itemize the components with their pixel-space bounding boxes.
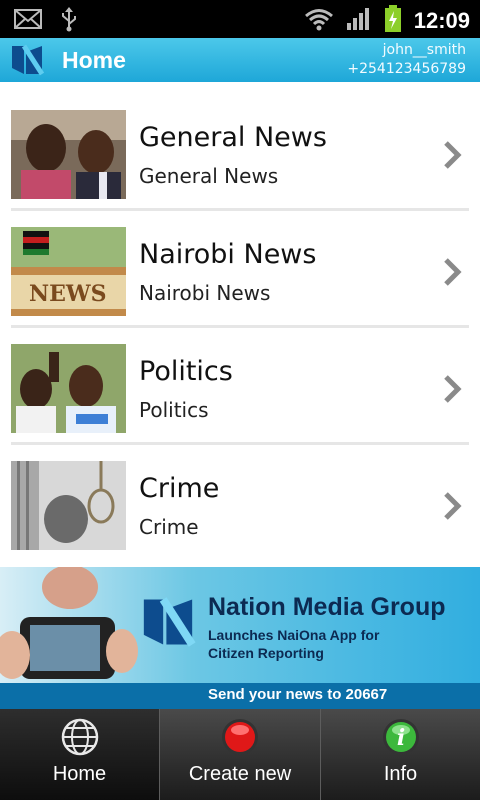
usb-icon — [60, 6, 78, 36]
list-item-politics[interactable]: Politics Politics — [0, 316, 480, 433]
banner-footer: Send your news to 20667 — [208, 686, 388, 703]
category-list: General News General News NEWS Nairobi N… — [0, 82, 480, 567]
svg-text:NEWS: NEWS — [29, 281, 106, 307]
tab-create-new[interactable]: Create new — [160, 709, 320, 800]
battery-icon — [384, 5, 402, 37]
chevron-right-icon — [442, 491, 464, 521]
nation-media-logo-icon — [138, 593, 198, 651]
svg-text:i: i — [396, 725, 404, 751]
tab-info[interactable]: i Info — [321, 709, 480, 800]
banner-tagline-1: Launches NaiOna App for — [208, 627, 380, 643]
page-title: Home — [62, 47, 126, 73]
info-icon: i — [381, 717, 421, 757]
category-title: Politics — [139, 356, 233, 387]
crime-thumbnail — [11, 461, 126, 550]
bottom-nav: Home Create new i Info — [0, 709, 480, 800]
chevron-right-icon — [442, 374, 464, 404]
tab-label: Create new — [188, 763, 292, 785]
category-title: Nairobi News — [139, 239, 317, 270]
list-item-nairobi-news[interactable]: NEWS Nairobi News Nairobi News — [0, 199, 480, 316]
tab-label: Home — [52, 763, 107, 785]
app-logo-icon — [10, 42, 45, 78]
record-icon — [220, 717, 260, 757]
status-time: 12:09 — [413, 8, 470, 33]
signal-icon — [346, 7, 372, 35]
category-subtitle: General News — [139, 164, 279, 188]
username: john__smith — [382, 42, 466, 58]
chevron-right-icon — [442, 257, 464, 287]
user-info: john__smith +254123456789 — [347, 41, 466, 79]
banner-tagline-2: Citizen Reporting — [208, 645, 324, 661]
category-subtitle: Politics — [139, 398, 209, 422]
promo-banner[interactable]: Nation Media Group Launches NaiOna App f… — [0, 567, 480, 709]
email-icon — [14, 8, 42, 34]
category-subtitle: Nairobi News — [139, 281, 271, 305]
phone-number: +254123456789 — [347, 61, 466, 77]
politics-thumbnail — [11, 344, 126, 433]
chevron-right-icon — [442, 140, 464, 170]
list-item-general-news[interactable]: General News General News — [0, 82, 480, 199]
globe-icon — [60, 717, 100, 757]
general-news-thumbnail — [11, 110, 126, 199]
category-title: Crime — [139, 473, 220, 504]
tab-home[interactable]: Home — [0, 709, 159, 800]
app-bar: Home john__smith +254123456789 — [0, 38, 480, 82]
banner-brand: Nation Media Group — [208, 593, 446, 621]
category-title: General News — [139, 122, 327, 153]
nairobi-news-thumbnail: NEWS — [11, 227, 126, 316]
tab-label: Info — [383, 763, 418, 785]
category-subtitle: Crime — [139, 515, 199, 539]
list-item-crime[interactable]: Crime Crime — [0, 433, 480, 550]
status-bar: 12:09 — [0, 0, 480, 38]
wifi-icon — [304, 7, 334, 35]
